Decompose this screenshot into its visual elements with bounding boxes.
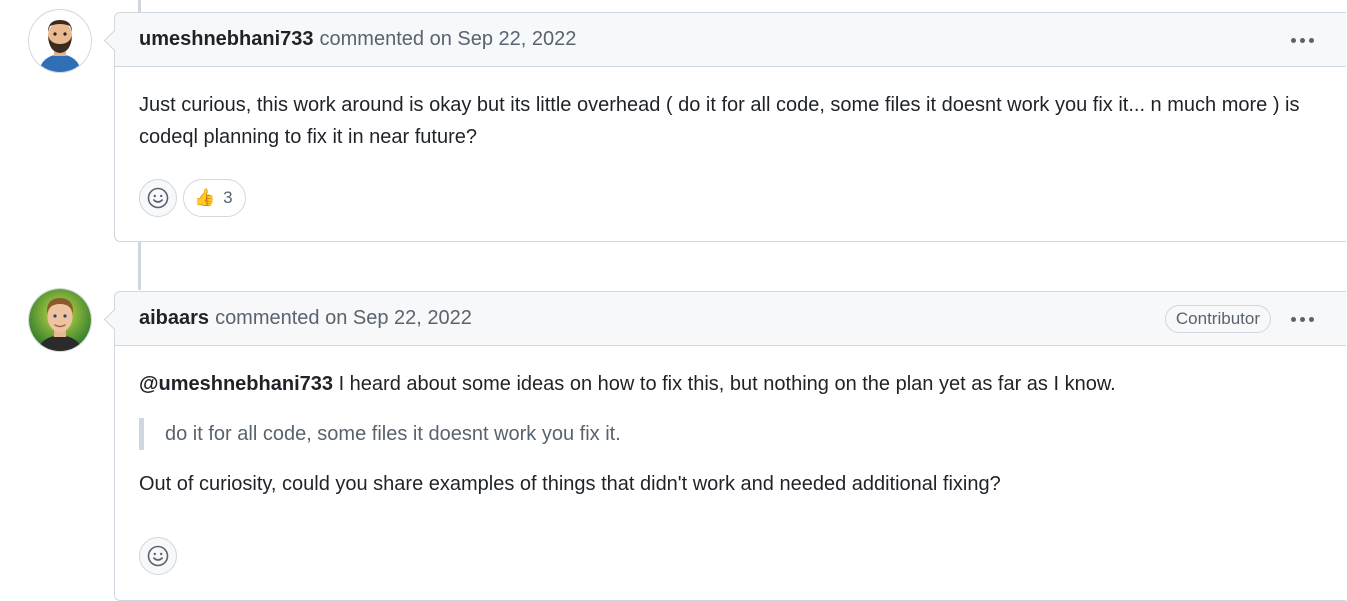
comment-text-after-mention: I heard about some ideas on how to fix t… (333, 373, 1116, 395)
reactions-bar (115, 537, 201, 575)
comment-umeshnebhani733: umeshnebhani733 commented on Sep 22, 202… (114, 12, 1346, 242)
comment-author-link[interactable]: aibaars (139, 307, 209, 330)
comment-timestamp[interactable]: commented on Sep 22, 2022 (320, 28, 577, 51)
user-mention-link[interactable]: @umeshnebhani733 (139, 373, 333, 395)
avatar-umeshnebhani733[interactable] (29, 10, 91, 72)
avatar-aibaars[interactable] (29, 289, 91, 351)
timeline-line-top (138, 0, 141, 12)
contributor-badge: Contributor (1164, 305, 1271, 333)
reactions-bar: 👍 3 (115, 179, 270, 217)
comment-header: aibaars commented on Sep 22, 2022 Contri… (115, 292, 1346, 346)
kebab-horizontal-icon[interactable] (1287, 313, 1318, 326)
header-actions (1287, 13, 1318, 67)
timeline-line-middle (138, 242, 141, 290)
comment-body: @umeshnebhani733 I heard about some idea… (115, 346, 1346, 500)
comment-text: @umeshnebhani733 I heard about some idea… (139, 368, 1322, 400)
reaction-count: 3 (223, 188, 233, 207)
comment-text: Just curious, this work around is okay b… (139, 94, 1300, 148)
comment-header: umeshnebhani733 commented on Sep 22, 202… (115, 13, 1346, 67)
thumbs-up-icon: 👍 (194, 188, 216, 207)
reaction-thumbs-up-button[interactable]: 👍 3 (183, 179, 246, 217)
add-reaction-button[interactable] (139, 179, 177, 217)
smiley-icon (147, 187, 169, 209)
avatar-image (29, 10, 91, 72)
comment-text-second-paragraph: Out of curiosity, could you share exampl… (139, 473, 1001, 495)
comment-author-link[interactable]: umeshnebhani733 (139, 28, 314, 51)
comment-aibaars: aibaars commented on Sep 22, 2022 Contri… (114, 291, 1346, 601)
add-reaction-button[interactable] (139, 537, 177, 575)
smiley-icon (147, 545, 169, 567)
kebab-horizontal-icon[interactable] (1287, 34, 1318, 47)
comment-body: Just curious, this work around is okay b… (115, 67, 1346, 153)
quoted-text: do it for all code, some files it doesnt… (139, 418, 1322, 450)
comment-timestamp[interactable]: commented on Sep 22, 2022 (215, 307, 472, 330)
avatar-image (29, 289, 91, 351)
header-actions: Contributor (1164, 292, 1318, 346)
